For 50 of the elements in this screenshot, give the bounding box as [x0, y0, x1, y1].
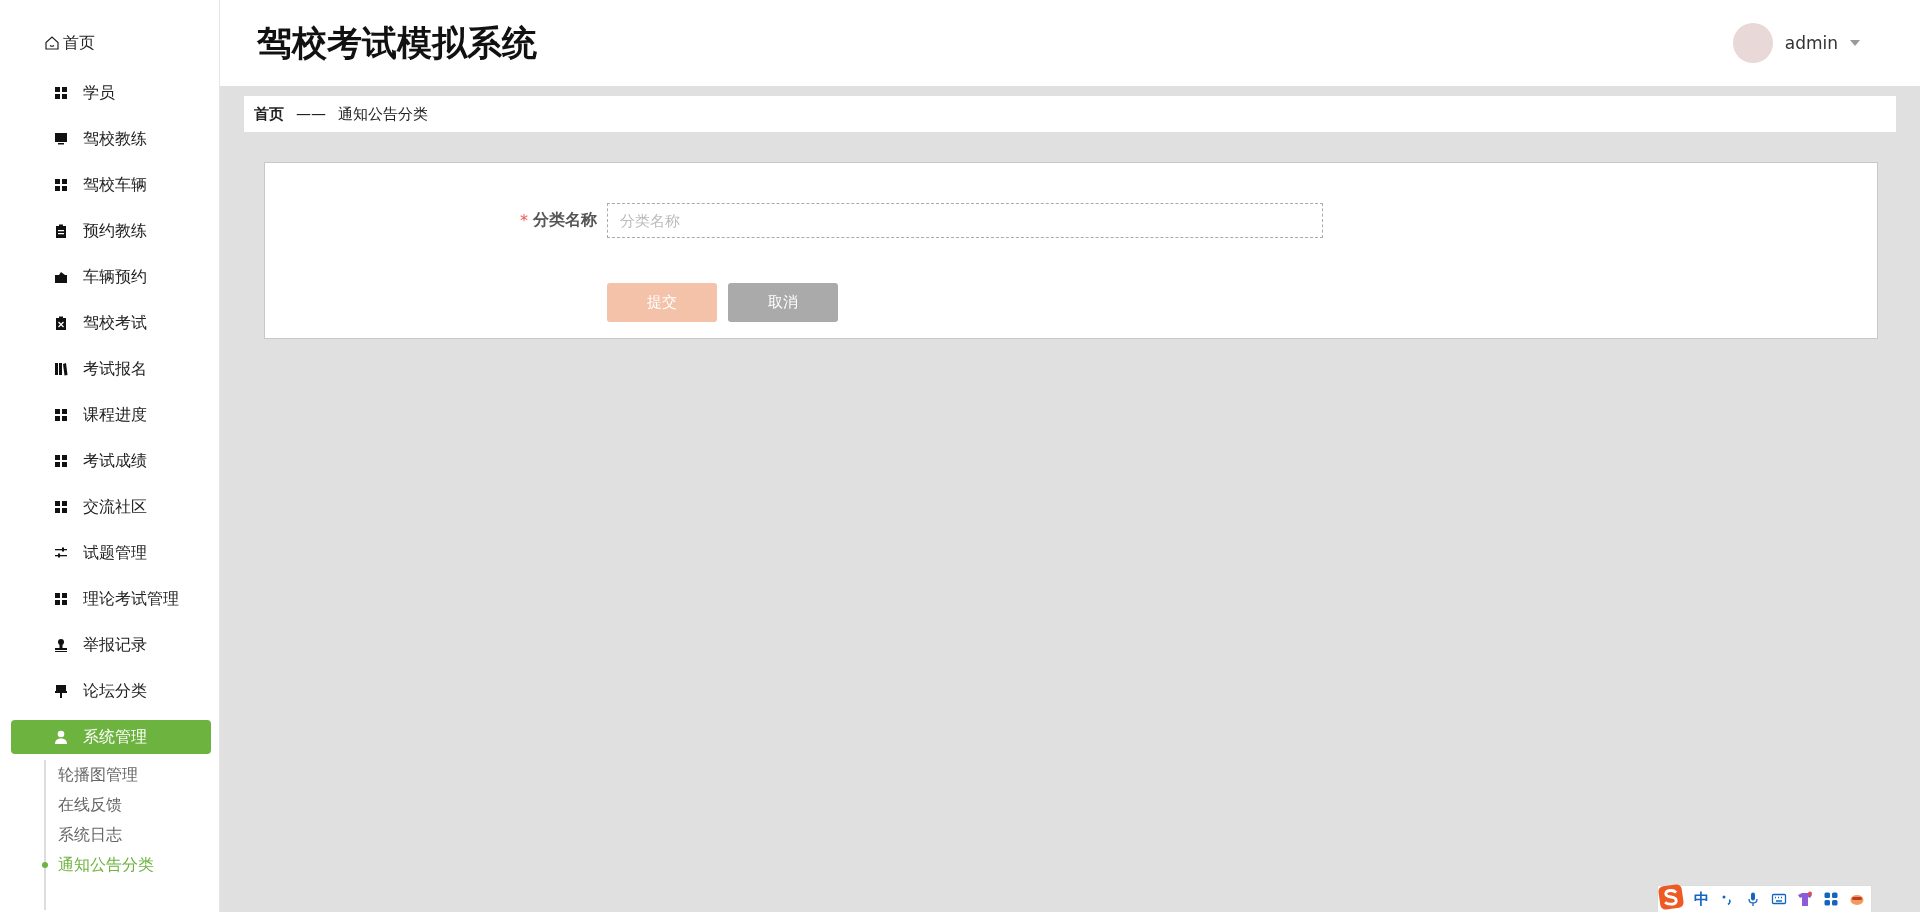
- app-title: 驾校考试模拟系统: [257, 21, 537, 65]
- menu-item[interactable]: 车辆预约: [11, 260, 211, 294]
- input-mode-toggle[interactable]: 中: [1694, 889, 1709, 909]
- menu-item[interactable]: 课程进度: [11, 398, 211, 432]
- avatar: [1732, 23, 1773, 63]
- menu-item[interactable]: 驾校考试: [11, 306, 211, 340]
- sliders-icon: [53, 545, 69, 561]
- submenu-item[interactable]: 轮播图管理: [42, 760, 138, 790]
- menu-item[interactable]: 驾校教练: [11, 122, 211, 156]
- grid-icon: [53, 85, 69, 101]
- menu-item[interactable]: 预约教练: [11, 214, 211, 248]
- ime-logo-icon[interactable]: [1658, 884, 1684, 910]
- submenu-item[interactable]: 在线反馈: [42, 790, 122, 820]
- menu-item[interactable]: 论坛分类: [11, 674, 211, 708]
- home-link[interactable]: 首页: [0, 30, 95, 56]
- monitor-icon: [53, 131, 69, 147]
- pushpin-icon: [53, 683, 69, 699]
- field-label: 分类名称: [533, 210, 597, 231]
- menu-item[interactable]: 举报记录: [11, 628, 211, 662]
- input-field[interactable]: 分类名称: [607, 203, 1323, 238]
- menu-item[interactable]: 学员: [11, 76, 211, 110]
- stamp-icon: [53, 637, 69, 653]
- breadcrumb-separator: ——: [296, 105, 326, 123]
- menu-item[interactable]: 考试成绩: [11, 444, 211, 478]
- user-menu[interactable]: admin: [1784, 33, 1838, 53]
- grid-icon: [53, 499, 69, 515]
- wallet-icon: [53, 269, 69, 285]
- grid-icon: [53, 407, 69, 423]
- menu-item[interactable]: 理论考试管理: [11, 582, 211, 616]
- menu-item[interactable]: 驾校车辆: [11, 168, 211, 202]
- menu-item[interactable]: 交流社区: [11, 490, 211, 524]
- clipboard-icon: [53, 223, 69, 239]
- grid-icon: [53, 453, 69, 469]
- menu-item[interactable]: 试题管理: [11, 536, 211, 570]
- required-mark: *: [520, 211, 528, 230]
- grid-icon: [53, 591, 69, 607]
- breadcrumb-current: 通知公告分类: [338, 104, 428, 124]
- menu-item[interactable]: 考试报名: [11, 352, 211, 386]
- microphone-icon[interactable]: [1745, 891, 1761, 907]
- breadcrumb-link[interactable]: 首页: [254, 104, 284, 124]
- submenu-item[interactable]: 系统日志: [42, 820, 122, 850]
- clipboard-x-icon: [53, 315, 69, 331]
- books-icon: [53, 361, 69, 377]
- user-icon: [53, 729, 69, 745]
- grid-icon[interactable]: [1823, 891, 1839, 907]
- shirt-icon[interactable]: [1797, 891, 1813, 907]
- caret-icon: [1850, 40, 1860, 46]
- home-icon: [44, 35, 60, 51]
- grid-icon: [53, 177, 69, 193]
- keyboard-icon[interactable]: [1771, 891, 1787, 907]
